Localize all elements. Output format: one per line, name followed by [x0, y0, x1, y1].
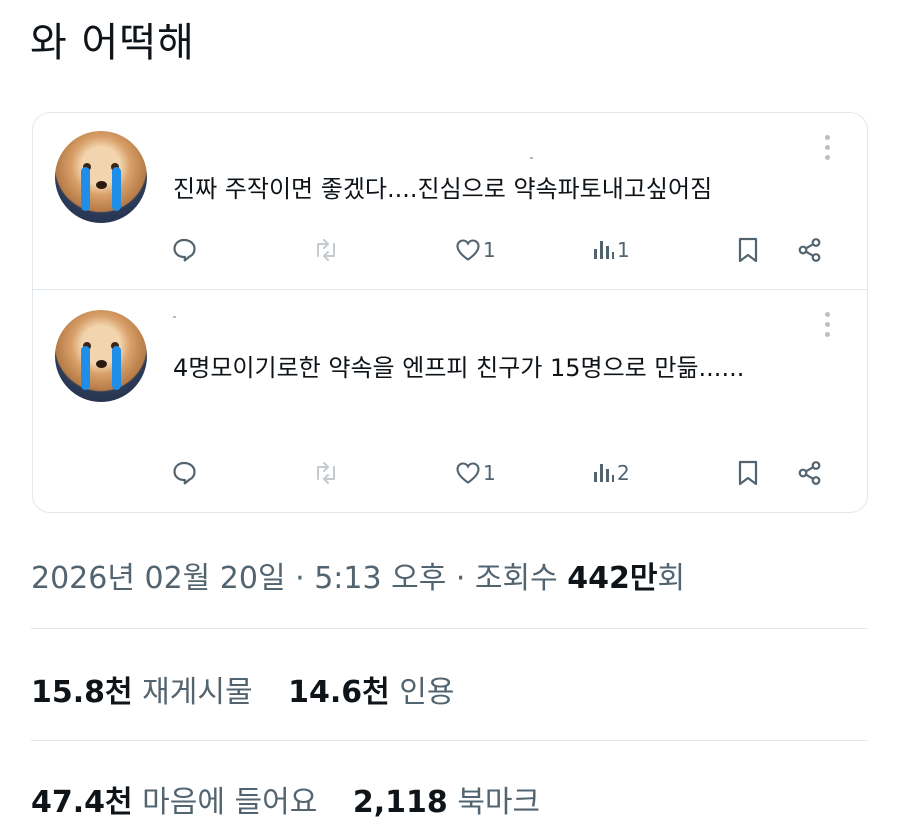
- views-value: 442만: [567, 561, 658, 596]
- divider: [31, 628, 868, 629]
- likes-label: 마음에 들어요: [142, 785, 318, 820]
- share-icon[interactable]: [797, 453, 823, 493]
- quotes-stat[interactable]: 14.6천 인용: [288, 667, 454, 711]
- username-fragment: [530, 157, 533, 159]
- reposts-label: 재게시물: [142, 675, 253, 710]
- reply-item[interactable]: 4명모이기로한 약속을 엔프피 친구가 15명으로 만듦...... 1 2: [33, 289, 867, 514]
- like-count: 1: [483, 238, 496, 262]
- views-label: 조회수: [474, 561, 568, 596]
- post-date: 2026년 02월 20일: [31, 561, 286, 596]
- share-icon[interactable]: [797, 230, 823, 270]
- bookmarks-count: 2,118: [352, 785, 448, 820]
- more-options-icon[interactable]: [825, 135, 831, 165]
- post-meta: 2026년 02월 20일 · 5:13 오후 · 조회수 442만회: [31, 553, 685, 597]
- likes-count: 47.4천: [31, 785, 133, 820]
- avatar[interactable]: [55, 131, 147, 223]
- engagement-stats: 15.8천 재게시물 14.6천 인용: [31, 667, 481, 711]
- quotes-count: 14.6천: [288, 675, 390, 710]
- reply-item[interactable]: 진짜 주작이면 좋겠다....진심으로 약속파토내고싶어짐 1 1: [33, 113, 867, 289]
- heart-icon: [456, 239, 480, 261]
- action-bar: 1 2: [33, 453, 867, 493]
- reply-icon[interactable]: [171, 453, 197, 493]
- more-options-icon[interactable]: [825, 312, 831, 342]
- bookmark-icon[interactable]: [737, 230, 759, 270]
- reply-text: 진짜 주작이면 좋겠다....진심으로 약속파토내고싶어짐: [173, 175, 713, 203]
- quoted-thread-card[interactable]: 진짜 주작이면 좋겠다....진심으로 약속파토내고싶어짐 1 1 4명모이기로…: [32, 112, 868, 513]
- view-count: 1: [617, 238, 630, 262]
- quotes-label: 인용: [399, 675, 455, 710]
- views-button[interactable]: 1: [591, 230, 630, 270]
- views-unit: 회: [657, 561, 686, 596]
- reposts-count: 15.8천: [31, 675, 133, 710]
- bookmarks-label: 북마크: [457, 785, 541, 820]
- reply-icon[interactable]: [171, 230, 197, 270]
- divider: [31, 740, 868, 741]
- views-button[interactable]: 2: [591, 453, 630, 493]
- bookmarks-stat[interactable]: 2,118 북마크: [353, 777, 540, 821]
- meta-separator: ·: [446, 561, 475, 596]
- meta-separator: ·: [285, 561, 315, 596]
- engagement-stats: 47.4천 마음에 들어요 2,118 북마크: [31, 777, 566, 821]
- bookmark-icon[interactable]: [737, 453, 759, 493]
- action-bar: 1 1: [33, 230, 867, 270]
- retweet-icon[interactable]: [312, 453, 340, 493]
- post-time: 5:13 오후: [314, 561, 447, 596]
- like-count: 1: [483, 461, 496, 485]
- post-text: 와 어떡해: [30, 20, 195, 66]
- username-fragment: [173, 316, 176, 318]
- like-button[interactable]: 1: [455, 453, 496, 493]
- retweet-icon[interactable]: [312, 230, 340, 270]
- analytics-icon: [594, 464, 614, 482]
- analytics-icon: [594, 241, 614, 259]
- likes-stat[interactable]: 47.4천 마음에 들어요: [31, 777, 317, 821]
- heart-icon: [456, 462, 480, 484]
- like-button[interactable]: 1: [455, 230, 496, 270]
- avatar[interactable]: [55, 310, 147, 402]
- reposts-stat[interactable]: 15.8천 재게시물: [31, 667, 253, 711]
- view-count: 2: [617, 461, 630, 485]
- reply-text: 4명모이기로한 약속을 엔프피 친구가 15명으로 만듦......: [173, 354, 745, 382]
